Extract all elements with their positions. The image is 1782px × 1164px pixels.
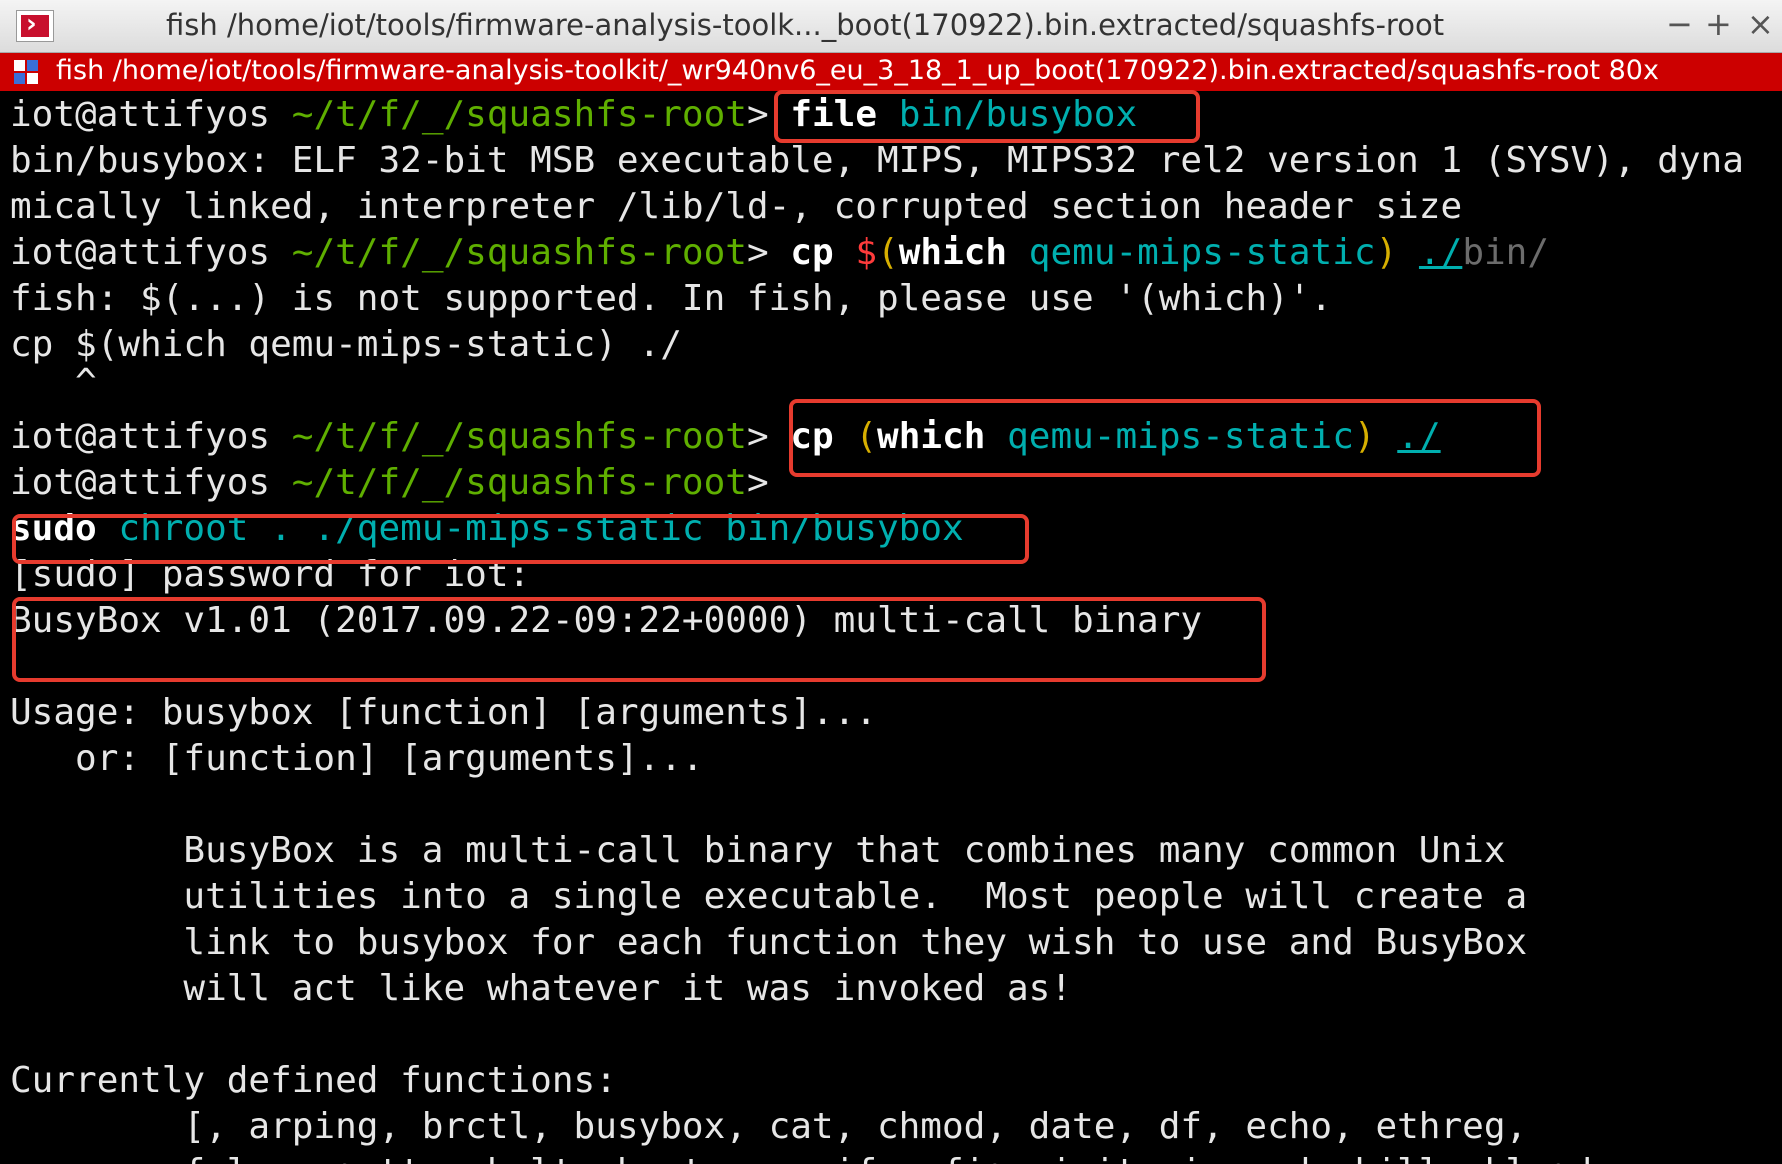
output-line: mically linked, interpreter /lib/ld-, co… — [10, 186, 1463, 227]
window-title: fish /home/iot/tools/firmware-analysis-t… — [166, 8, 1445, 42]
usage-line: Usage: busybox [function] [arguments]... — [10, 692, 877, 733]
maximize-button[interactable]: + — [1705, 6, 1732, 42]
functions-line-partial: false, getty, halt, hostname, ifconfig, … — [10, 1150, 1613, 1164]
usage-line: or: [function] [arguments]... — [10, 738, 704, 779]
description-line: BusyBox is a multi-call binary that comb… — [10, 830, 1506, 871]
busybox-banner: BusyBox v1.01 (2017.09.22-09:22+0000) mu… — [10, 600, 1203, 641]
close-button[interactable]: × — [1747, 6, 1774, 42]
functions-line: [, arping, brctl, busybox, cat, chmod, d… — [10, 1106, 1528, 1147]
command-line-sudo: sudo chroot . ./qemu-mips-static bin/bus… — [10, 508, 964, 549]
prompt-line: iot@attifyos ~/t/f/_/squashfs-root> — [10, 462, 769, 503]
description-line: link to busybox for each function they w… — [10, 922, 1528, 963]
output-line: bin/busybox: ELF 32-bit MSB executable, … — [10, 140, 1744, 181]
terminal-tab-bar[interactable]: fish /home/iot/tools/firmware-analysis-t… — [0, 53, 1782, 91]
minimize-button[interactable]: − — [1666, 6, 1693, 42]
command-line-cp-dollar: iot@attifyos ~/t/f/_/squashfs-root> cp $… — [10, 232, 1550, 273]
command-line-cp: iot@attifyos ~/t/f/_/squashfs-root> cp (… — [10, 416, 1441, 457]
error-caret: ^ — [10, 362, 97, 403]
terminal-tab-icon — [14, 60, 38, 84]
sudo-prompt-line: [sudo] password for iot: — [10, 554, 531, 595]
window-titlebar[interactable]: fish /home/iot/tools/firmware-analysis-t… — [0, 0, 1782, 53]
terminal-app-icon — [16, 9, 54, 42]
terminal-output[interactable]: iot@attifyos ~/t/f/_/squashfs-root> file… — [10, 92, 1780, 1164]
functions-header: Currently defined functions: — [10, 1060, 617, 1101]
description-line: will act like whatever it was invoked as… — [10, 968, 1073, 1009]
error-line: fish: $(...) is not supported. In fish, … — [10, 278, 1333, 319]
error-line: cp $(which qemu-mips-static) ./ — [10, 324, 682, 365]
command-line-file: iot@attifyos ~/t/f/_/squashfs-root> file… — [10, 94, 1138, 135]
terminal-tab-label[interactable]: fish /home/iot/tools/firmware-analysis-t… — [56, 55, 1659, 86]
description-line: utilities into a single executable. Most… — [10, 876, 1528, 917]
